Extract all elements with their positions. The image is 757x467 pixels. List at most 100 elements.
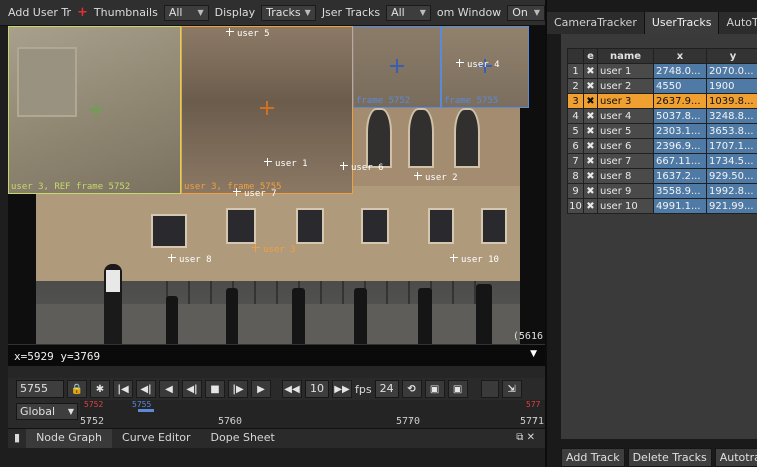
current-frame-field[interactable]: 5755 [16,380,64,398]
add-track-button[interactable]: Add Track [561,448,625,467]
row-index[interactable]: 2 [567,78,584,94]
tab-curve-editor[interactable]: Curve Editor [112,429,201,448]
fps-field[interactable]: 24 [374,380,399,398]
table-row[interactable]: 3 ✖ user 3 2637.9... 1039.8... [567,93,757,109]
column-header[interactable]: x [653,48,707,64]
row-index[interactable]: 4 [567,108,584,124]
table-row[interactable]: 7 ✖ user 7 667.11... 1734.5... [567,153,757,169]
thumbnail-ref[interactable]: user 3, REF frame 5752 [8,26,181,194]
table-row[interactable]: 2 ✖ user 2 4550 1900 [567,78,757,94]
enabled-checkbox[interactable]: ✖ [583,168,598,184]
lock-icon[interactable]: 🔒 [67,380,87,398]
y-value-cell[interactable]: 1992.8... [706,183,757,199]
in-point-marker[interactable]: 5752 [84,400,103,409]
track-marker[interactable]: user 6 [340,162,384,173]
track-marker-selected[interactable]: user 3 [252,244,296,255]
user-tracks-table[interactable]: e name x y 1 ✖ user 1 2748.0... 2070.0... 2 ✖ u… [567,48,757,214]
x-value-cell[interactable]: 4550 [653,78,707,94]
table-row[interactable]: 10 ✖ user 10 4991.1... 921.99... [567,198,757,214]
gear-icon[interactable]: ✱ [90,380,110,398]
track-marker[interactable]: user 10 [450,254,499,265]
play-backward-button[interactable]: ◀ [159,380,179,398]
x-value-cell[interactable]: 3558.9... [653,183,707,199]
delete-tracks-button[interactable]: Delete Tracks [627,448,712,467]
zoom-window-select[interactable]: On ▼ [507,4,545,21]
viewer[interactable]: user 3, REF frame 5752 user 3, frame 575… [8,26,545,344]
track-name-cell[interactable]: user 6 [597,138,654,154]
enabled-checkbox[interactable]: ✖ [583,123,598,139]
enabled-checkbox[interactable]: ✖ [583,93,598,109]
playhead[interactable] [138,409,154,412]
tab-dope-sheet[interactable]: Dope Sheet [201,429,285,448]
row-index[interactable]: 6 [567,138,584,154]
track-name-cell[interactable]: user 3 [597,93,654,109]
tab-auto-tracks[interactable]: AutoTr [719,12,757,34]
tab-camera-tracker[interactable]: CameraTracker [547,12,645,34]
table-row[interactable]: 4 ✖ user 4 5037.8... 3248.8... [567,108,757,124]
enabled-checkbox[interactable]: ✖ [583,63,598,79]
chevron-down-icon[interactable]: ▼ [530,349,537,359]
timeline-ruler[interactable]: 5752 5755 577 5752 5760 5770 5771 [80,400,545,428]
x-value-cell[interactable]: 667.11... [653,153,707,169]
track-name-cell[interactable]: user 2 [597,78,654,94]
column-header[interactable]: name [597,48,654,64]
enabled-checkbox[interactable]: ✖ [583,183,598,199]
column-header[interactable]: y [706,48,757,64]
autotrack-button[interactable]: Autotrack [714,448,757,467]
column-header[interactable] [567,48,584,64]
row-index[interactable]: 3 [567,93,584,109]
panel-menu-icon[interactable]: ▮ [8,429,26,448]
stop-button[interactable]: ■ [205,380,225,398]
track-marker[interactable]: user 5 [226,28,270,39]
frame-range-select[interactable]: Global ▼ [16,403,78,420]
track-marker[interactable]: user 4 [456,59,500,70]
previous-keyframe-button[interactable]: ◀| [136,380,156,398]
thumbnails-select[interactable]: All ▼ [163,4,209,21]
go-to-start-button[interactable]: |◀ [113,380,133,398]
y-value-cell[interactable]: 1707.1... [706,138,757,154]
track-name-cell[interactable]: user 5 [597,123,654,139]
enabled-checkbox[interactable]: ✖ [583,198,598,214]
track-marker[interactable]: user 1 [264,158,308,169]
out-point-marker[interactable]: 577 [526,400,540,409]
y-value-cell[interactable]: 1900 [706,78,757,94]
x-value-cell[interactable]: 2748.0... [653,63,707,79]
y-value-cell[interactable]: 929.50... [706,168,757,184]
x-value-cell[interactable]: 2396.9... [653,138,707,154]
track-name-cell[interactable]: user 10 [597,198,654,214]
y-value-cell[interactable]: 1039.8... [706,93,757,109]
row-index[interactable]: 5 [567,123,584,139]
skip-forward-button[interactable]: ▶▶ [332,380,352,398]
track-name-cell[interactable]: user 8 [597,168,654,184]
enabled-checkbox[interactable]: ✖ [583,108,598,124]
table-row[interactable]: 9 ✖ user 9 3558.9... 1992.8... [567,183,757,199]
track-marker[interactable]: user 7 [233,188,277,199]
enabled-checkbox[interactable]: ✖ [583,153,598,169]
add-track-plus-icon[interactable]: + [77,5,88,20]
y-value-cell[interactable]: 3653.8... [706,123,757,139]
track-name-cell[interactable]: user 9 [597,183,654,199]
row-index[interactable]: 8 [567,168,584,184]
out-point-icon[interactable]: ▣ [447,380,468,398]
row-index[interactable]: 9 [567,183,584,199]
add-user-track-button[interactable]: Add User Tr [8,6,71,19]
row-index[interactable]: 7 [567,153,584,169]
column-header[interactable]: e [583,48,598,64]
table-row[interactable]: 5 ✖ user 5 2303.1... 3653.8... [567,123,757,139]
current-frame-marker[interactable]: 5755 [132,400,151,409]
play-forward-button[interactable]: ▶ [251,380,271,398]
y-value-cell[interactable]: 3248.8... [706,108,757,124]
track-name-cell[interactable]: user 7 [597,153,654,169]
enabled-checkbox[interactable]: ✖ [583,78,598,94]
thumbnail-zoom-a[interactable]: frame 5752 [353,26,441,108]
x-value-cell[interactable]: 5037.8... [653,108,707,124]
tab-node-graph[interactable]: Node Graph [26,429,113,448]
step-forward-button[interactable]: |▶ [228,380,248,398]
tab-user-tracks[interactable]: UserTracks [644,12,720,34]
track-name-cell[interactable]: user 4 [597,108,654,124]
x-value-cell[interactable]: 1637.2... [653,168,707,184]
table-row[interactable]: 6 ✖ user 6 2396.9... 1707.1... [567,138,757,154]
in-point-icon[interactable]: ▣ [424,380,445,398]
row-index[interactable]: 1 [567,63,584,79]
y-value-cell[interactable]: 2070.0... [706,63,757,79]
